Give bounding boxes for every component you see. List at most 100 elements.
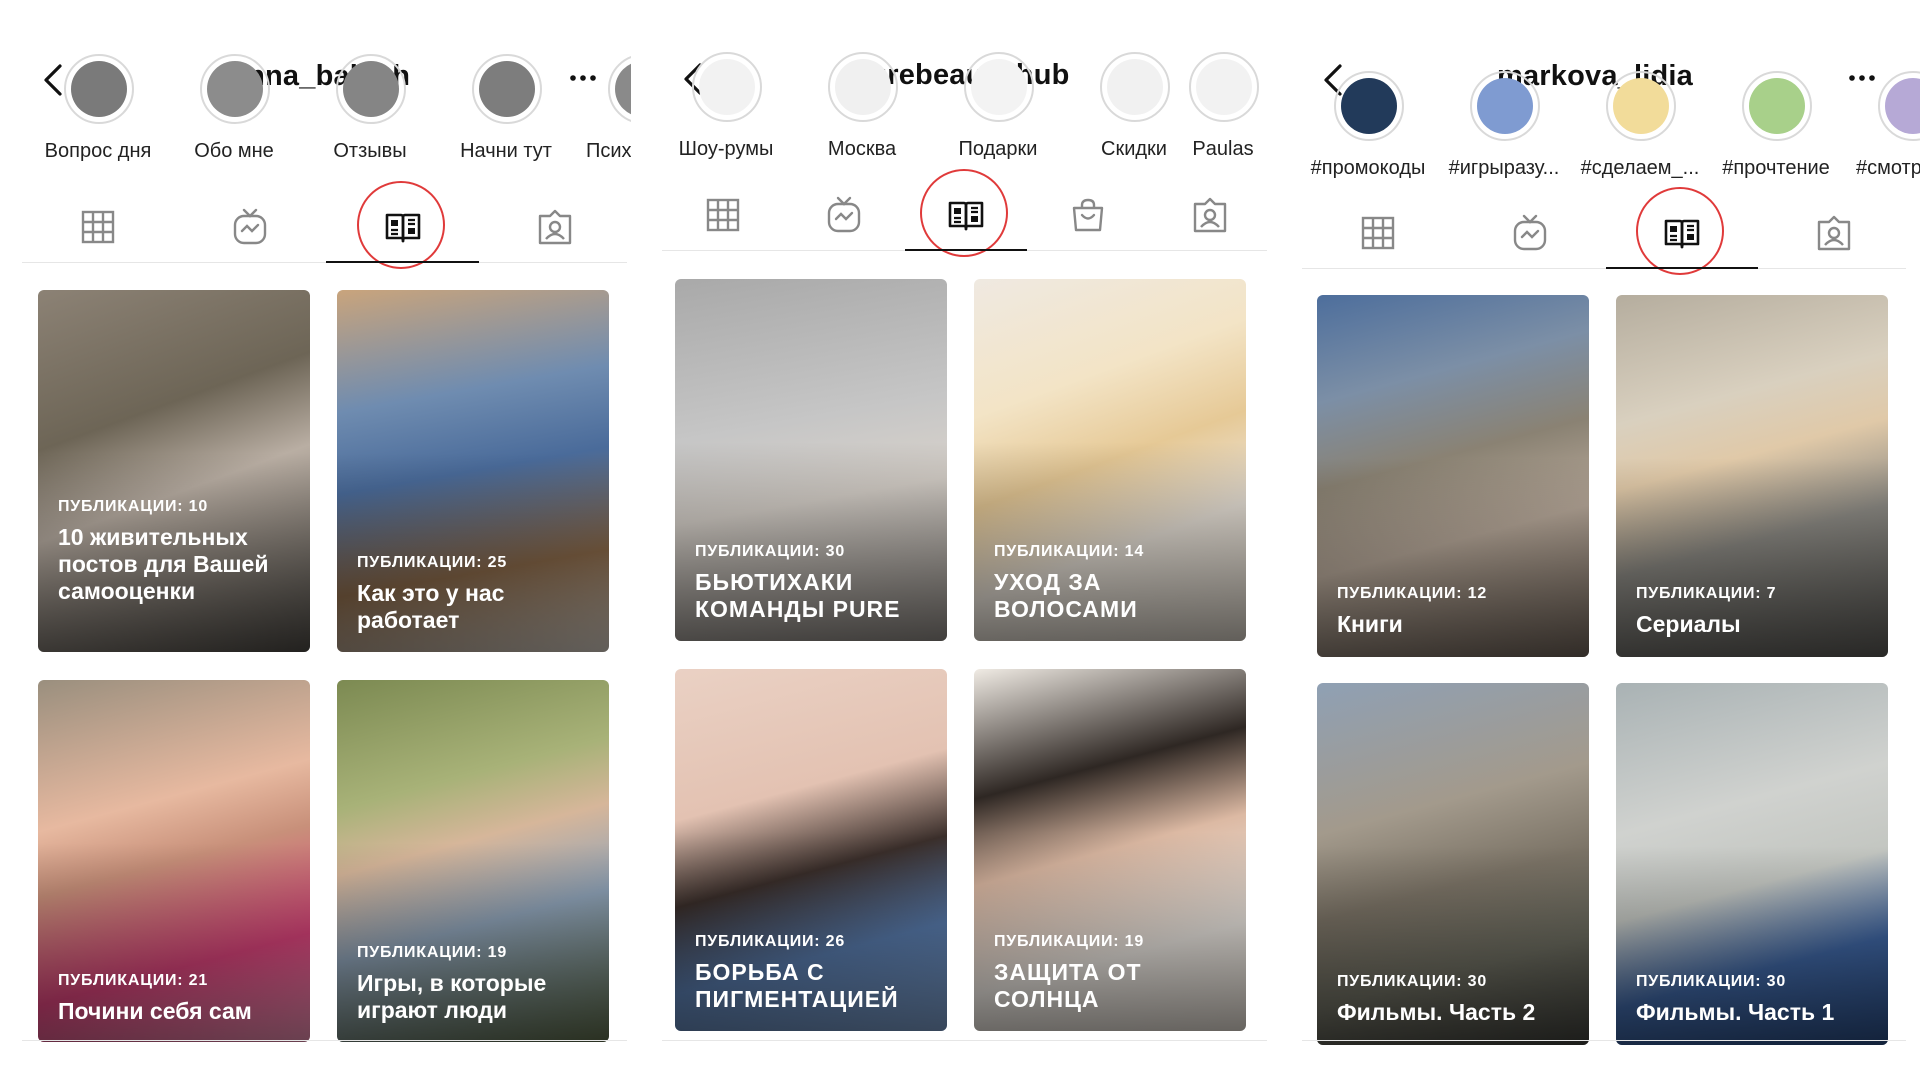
guide-card[interactable]: ПУБЛИКАЦИИ: 30 Фильмы. Часть 1 <box>1616 683 1888 1045</box>
highlight-label: Подарки <box>958 138 1038 160</box>
profile-tabs <box>22 181 627 269</box>
highlight-cover <box>1606 71 1676 141</box>
guide-count: ПУБЛИКАЦИИ: 25 <box>357 554 508 571</box>
highlight-label: Москва <box>827 138 897 160</box>
highlight-item[interactable]: Обо мне <box>166 54 302 188</box>
guide-title: Сериалы <box>1636 611 1741 637</box>
guide-title: БЬЮТИХАКИ КОМАНДЫ PURE <box>695 569 901 622</box>
guide-card[interactable]: ПУБЛИКАЦИИ: 14 УХОД ЗА ВОЛОСАМИ <box>974 279 1246 641</box>
more-options-icon[interactable] <box>1844 60 1880 96</box>
tab-tagged[interactable] <box>1758 198 1910 268</box>
highlight-item[interactable]: #игрыразу... <box>1436 71 1572 205</box>
highlight-cover <box>828 52 898 122</box>
igtv-icon <box>1513 214 1547 251</box>
highlight-item[interactable]: Москва <box>794 52 930 186</box>
tagged-icon <box>1193 197 1227 233</box>
highlight-item[interactable]: #промокоды <box>1300 71 1436 205</box>
grid-icon <box>706 198 739 232</box>
guide-title: Почини себя сам <box>58 998 252 1024</box>
profile-panel-markova: markova_lidia #промокоды #игрыразу... #с… <box>1290 0 1920 1080</box>
tab-guides[interactable] <box>905 169 1027 257</box>
guide-count: ПУБЛИКАЦИИ: 30 <box>695 543 846 560</box>
profile-panel-purebeauty: purebeauty.hub Шоу-румы Москва Подарки С… <box>650 0 1271 1080</box>
highlight-cover <box>336 54 406 124</box>
igtv-icon <box>827 196 861 233</box>
highlight-item[interactable]: Отзывы <box>302 54 438 188</box>
grid-icon <box>81 210 115 244</box>
guide-title: 10 живительных постов для Вашей самооцен… <box>58 524 269 604</box>
guide-count: ПУБЛИКАЦИИ: 19 <box>357 944 508 961</box>
highlight-item[interactable]: Paulas <box>1173 52 1271 186</box>
highlight-cover <box>692 52 762 122</box>
highlight-circle <box>356 181 445 269</box>
highlight-label: #промокоды <box>1310 157 1426 179</box>
tab-guides[interactable] <box>326 181 479 269</box>
highlight-cover <box>1334 71 1404 141</box>
highlight-label: Отзывы <box>333 140 407 162</box>
highlight-label: Шоу-румы <box>678 138 774 160</box>
guide-count: ПУБЛИКАЦИИ: 21 <box>58 972 209 989</box>
guide-count: ПУБЛИКАЦИИ: 30 <box>1636 973 1787 990</box>
highlight-item[interactable]: #смотр <box>1844 71 1920 205</box>
guide-title: Книги <box>1337 611 1403 637</box>
story-highlights: Вопрос дня Обо мне Отзывы Начни тут Псих… <box>10 54 631 188</box>
tab-tagged[interactable] <box>1149 180 1271 250</box>
tab-guides[interactable] <box>1606 187 1758 275</box>
guide-card[interactable]: ПУБЛИКАЦИИ: 30 Фильмы. Часть 2 <box>1317 683 1589 1045</box>
guide-card[interactable]: ПУБЛИКАЦИИ: 10 10 живительных постов для… <box>38 290 310 652</box>
highlight-cover <box>1742 71 1812 141</box>
tab-grid[interactable] <box>22 192 174 262</box>
guide-count: ПУБЛИКАЦИИ: 30 <box>1337 973 1488 990</box>
highlight-item[interactable]: Шоу-румы <box>658 52 794 186</box>
highlight-item[interactable]: #прочтение <box>1708 71 1844 205</box>
highlight-label: Обо мне <box>194 140 274 162</box>
highlight-cover <box>64 54 134 124</box>
tab-grid[interactable] <box>1302 198 1454 268</box>
highlight-cover <box>200 54 270 124</box>
bottom-divider <box>662 1040 1267 1041</box>
highlight-label: #смотр <box>1856 157 1920 179</box>
profile-panel-anna: anna_babich Вопрос дня Обо мне Отзывы На… <box>10 0 631 1080</box>
guide-card[interactable]: ПУБЛИКАЦИИ: 26 БОРЬБА С ПИГМЕНТАЦИЕЙ <box>675 669 947 1031</box>
guide-title: Как это у нас работает <box>357 580 505 633</box>
guide-card[interactable]: ПУБЛИКАЦИИ: 7 Сериалы <box>1616 295 1888 657</box>
tab-igtv[interactable] <box>174 192 326 262</box>
guide-card[interactable]: ПУБЛИКАЦИИ: 19 ЗАЩИТА ОТ СОЛНЦА <box>974 669 1246 1031</box>
highlight-label: Вопрос дня <box>44 140 152 162</box>
tab-shop[interactable] <box>1027 180 1149 250</box>
igtv-icon <box>233 208 267 245</box>
highlight-item[interactable]: Вопрос дня <box>30 54 166 188</box>
guide-card[interactable]: ПУБЛИКАЦИИ: 12 Книги <box>1317 295 1589 657</box>
active-tab-underline <box>1606 267 1758 269</box>
more-options-icon[interactable] <box>565 60 601 96</box>
tab-tagged[interactable] <box>479 192 631 262</box>
guide-count: ПУБЛИКАЦИИ: 14 <box>994 543 1145 560</box>
active-tab-underline <box>905 249 1027 251</box>
tab-grid[interactable] <box>662 180 783 250</box>
highlight-label: #игрыразу... <box>1448 157 1560 179</box>
highlight-cover <box>1100 52 1170 122</box>
highlight-label: Психо <box>586 140 631 162</box>
tagged-icon <box>1817 215 1851 251</box>
guide-card[interactable]: ПУБЛИКАЦИИ: 30 БЬЮТИХАКИ КОМАНДЫ PURE <box>675 279 947 641</box>
guide-title: Фильмы. Часть 2 <box>1337 999 1536 1025</box>
guide-card[interactable]: ПУБЛИКАЦИИ: 25 Как это у нас работает <box>337 290 609 652</box>
guide-card[interactable]: ПУБЛИКАЦИИ: 21 Почини себя сам <box>38 680 310 1042</box>
guide-title: Фильмы. Часть 1 <box>1636 999 1835 1025</box>
highlight-cover <box>1470 71 1540 141</box>
grid-icon <box>1361 216 1395 250</box>
highlight-item[interactable]: Психо <box>574 54 631 188</box>
highlight-circle <box>920 169 1008 257</box>
highlight-cover <box>472 54 542 124</box>
guide-count: ПУБЛИКАЦИИ: 19 <box>994 933 1145 950</box>
tab-igtv[interactable] <box>783 180 905 250</box>
guide-count: ПУБЛИКАЦИИ: 10 <box>58 498 209 515</box>
profile-tabs <box>662 169 1267 257</box>
guide-title: БОРЬБА С ПИГМЕНТАЦИЕЙ <box>695 959 899 1012</box>
highlight-item[interactable]: Начни тут <box>438 54 574 188</box>
highlight-cover <box>1189 52 1259 122</box>
highlight-circle <box>1636 187 1724 275</box>
guide-count: ПУБЛИКАЦИИ: 12 <box>1337 585 1488 602</box>
tab-igtv[interactable] <box>1454 198 1606 268</box>
guide-card[interactable]: ПУБЛИКАЦИИ: 19 Игры, в которые играют лю… <box>337 680 609 1042</box>
